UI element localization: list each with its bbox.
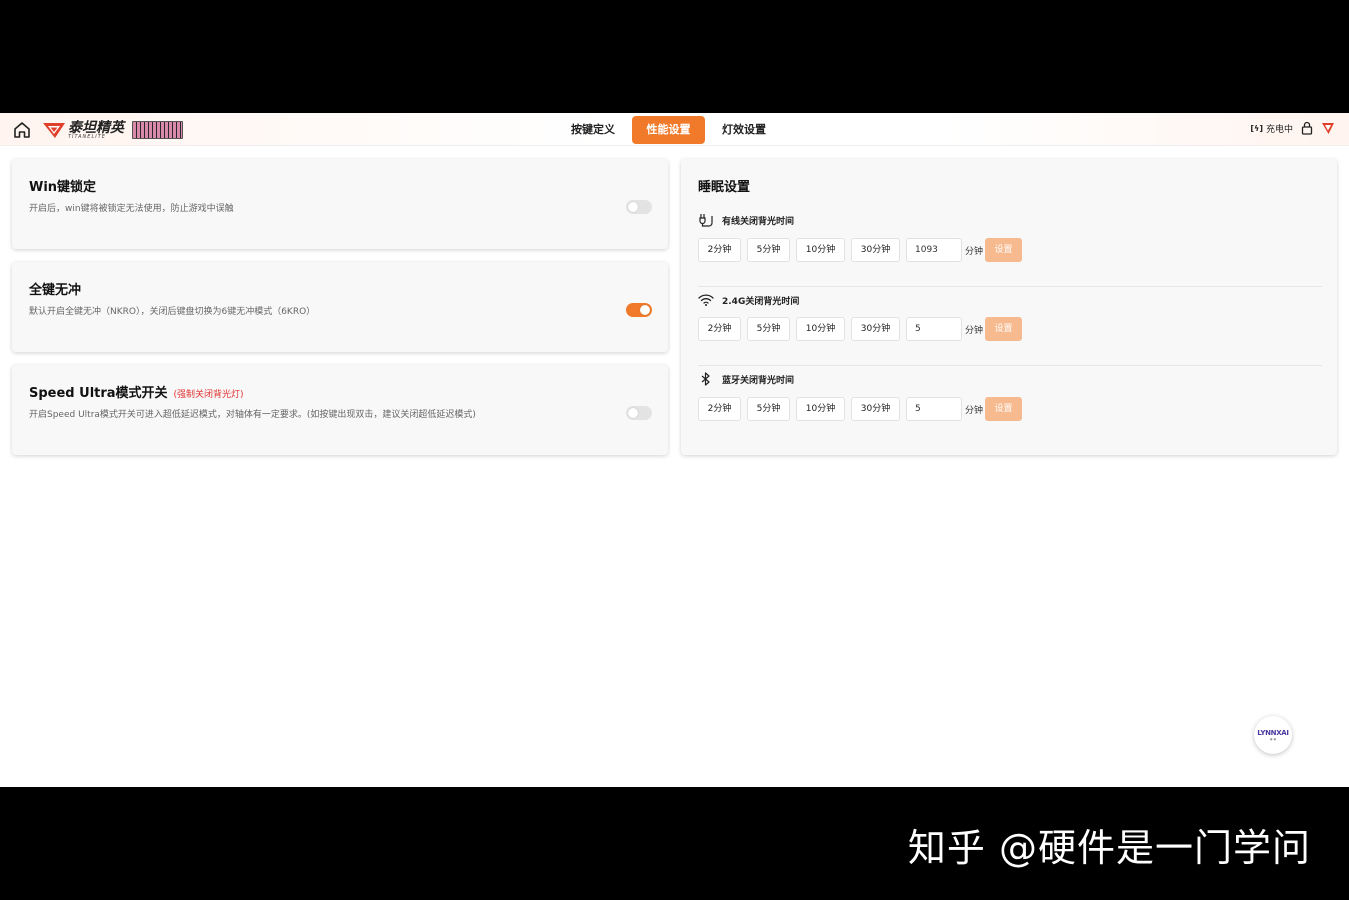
top-navbar: 泰坦精英 TITANELITE 按键定义 性能设置 灯效设置 [ϟ] 充电中	[0, 113, 1349, 146]
tab-key-definition[interactable]: 按键定义	[560, 116, 626, 144]
wireless-unit-label: 分钟	[965, 325, 984, 336]
bluetooth-sleep-label-row: 蓝牙关闭背光时间	[698, 372, 794, 386]
toggle-knob	[628, 202, 638, 212]
bluetooth-set-button[interactable]: 设置	[985, 397, 1023, 421]
wired-option-2min[interactable]: 2分钟	[698, 238, 741, 262]
nkro-toggle[interactable]	[626, 303, 652, 317]
wireless-sleep-label: 2.4G关闭背光时间	[722, 296, 800, 307]
wired-minutes-input[interactable]	[906, 238, 962, 262]
battery-charging-icon: [ϟ]	[1250, 123, 1263, 133]
win-lock-title: Win键锁定	[29, 180, 97, 195]
wireless-option-10min[interactable]: 10分钟	[796, 317, 845, 341]
bluetooth-icon	[701, 372, 710, 386]
wired-unit-label: 分钟	[965, 246, 984, 257]
wired-sleep-label: 有线关闭背光时间	[722, 216, 795, 227]
cable-icon	[699, 214, 713, 227]
app-window: 泰坦精英 TITANELITE 按键定义 性能设置 灯效设置 [ϟ] 充电中 W…	[0, 113, 1349, 787]
divider	[698, 286, 1322, 287]
speed-ultra-heading: Speed Ultra模式开关 (强制关闭背光灯)	[29, 382, 244, 401]
wired-sleep-options: 2分钟 5分钟 10分钟 30分钟 分钟 设置	[698, 238, 1023, 262]
bluetooth-sleep-options: 2分钟 5分钟 10分钟 30分钟 分钟 设置	[698, 397, 1023, 421]
sleep-settings-card: 睡眠设置 有线关闭背光时间 2分钟 5分钟 10分钟 30分钟 分钟 设置	[681, 159, 1337, 455]
wireless-option-5min[interactable]: 5分钟	[747, 317, 790, 341]
divider	[698, 365, 1322, 366]
assistant-sub-mark: ● ●	[1269, 737, 1277, 741]
titan-logo-icon	[43, 123, 65, 138]
keyboard-thumbnail	[132, 121, 183, 139]
speed-ultra-card: Speed Ultra模式开关 (强制关闭背光灯) 开启Speed Ultra模式…	[12, 365, 668, 455]
speed-ultra-description: 开启Speed Ultra模式开关可进入超低延迟模式，对轴体有一定要求。(如按键…	[29, 410, 476, 420]
wireless-minutes-input[interactable]	[906, 317, 962, 341]
wireless-set-button[interactable]: 设置	[985, 317, 1023, 341]
win-lock-toggle[interactable]	[626, 200, 652, 214]
nkro-title: 全键无冲	[29, 283, 82, 298]
bluetooth-option-30min[interactable]: 30分钟	[851, 397, 900, 421]
wired-option-10min[interactable]: 10分钟	[796, 238, 845, 262]
win-lock-description: 开启后，win键将被锁定无法使用，防止游戏中误触	[29, 204, 234, 214]
bluetooth-option-10min[interactable]: 10分钟	[796, 397, 845, 421]
letterbox-bottom: 知乎 @硬件是一门学问	[0, 787, 1349, 900]
assistant-label: LYNNXAI	[1257, 729, 1289, 737]
nkro-card: 全键无冲 默认开启全键无冲（NKRO），关闭后键盘切换为6键无冲模式（6KRO）	[12, 262, 668, 352]
wired-set-button[interactable]: 设置	[985, 238, 1023, 262]
wireless-option-30min[interactable]: 30分钟	[851, 317, 900, 341]
letterbox-top	[0, 0, 1349, 113]
lock-icon[interactable]	[1301, 121, 1313, 135]
bluetooth-option-5min[interactable]: 5分钟	[747, 397, 790, 421]
wired-option-5min[interactable]: 5分钟	[747, 238, 790, 262]
wireless-sleep-options: 2分钟 5分钟 10分钟 30分钟 分钟 设置	[698, 317, 1023, 341]
home-icon[interactable]	[12, 120, 32, 140]
speed-ultra-title: Speed Ultra模式开关	[29, 386, 168, 401]
charging-status-text: 充电中	[1265, 124, 1293, 135]
speed-ultra-note: (强制关闭背光灯)	[173, 390, 244, 400]
speed-ultra-toggle[interactable]	[626, 406, 652, 420]
performance-settings-page: Win键锁定 开启后，win键将被锁定无法使用，防止游戏中误触 全键无冲 默认开…	[0, 147, 1349, 787]
wifi-icon	[698, 294, 714, 306]
bluetooth-minutes-input[interactable]	[906, 397, 962, 421]
toggle-knob	[628, 408, 638, 418]
nkro-description: 默认开启全键无冲（NKRO），关闭后键盘切换为6键无冲模式（6KRO）	[29, 307, 316, 317]
logo-chinese-text: 泰坦精英	[68, 119, 124, 136]
toggle-knob	[640, 305, 650, 315]
tab-performance-settings[interactable]: 性能设置	[632, 116, 705, 144]
wireless-option-2min[interactable]: 2分钟	[698, 317, 741, 341]
wireless-sleep-label-row: 2.4G关闭背光时间	[698, 293, 799, 307]
brand-logo: 泰坦精英 TITANELITE	[42, 120, 124, 140]
wired-sleep-label-row: 有线关闭背光时间	[698, 213, 794, 227]
logo-english-text: TITANELITE	[68, 133, 106, 140]
bluetooth-unit-label: 分钟	[965, 405, 984, 416]
wired-option-30min[interactable]: 30分钟	[851, 238, 900, 262]
bluetooth-option-2min[interactable]: 2分钟	[698, 397, 741, 421]
bluetooth-sleep-label: 蓝牙关闭背光时间	[722, 375, 795, 386]
win-lock-card: Win键锁定 开启后，win键将被锁定无法使用，防止游戏中误触	[12, 159, 668, 249]
ai-assistant-button[interactable]: LYNNXAI ● ●	[1254, 716, 1292, 754]
sleep-settings-title: 睡眠设置	[698, 180, 751, 195]
zhihu-watermark: 知乎 @硬件是一门学问	[907, 826, 1311, 870]
brand-mini-logo-icon[interactable]	[1321, 121, 1335, 135]
main-tabs: 按键定义 性能设置 灯效设置	[560, 116, 783, 144]
device-status: [ϟ] 充电中	[1250, 121, 1335, 135]
tab-lighting-settings[interactable]: 灯效设置	[711, 116, 777, 144]
